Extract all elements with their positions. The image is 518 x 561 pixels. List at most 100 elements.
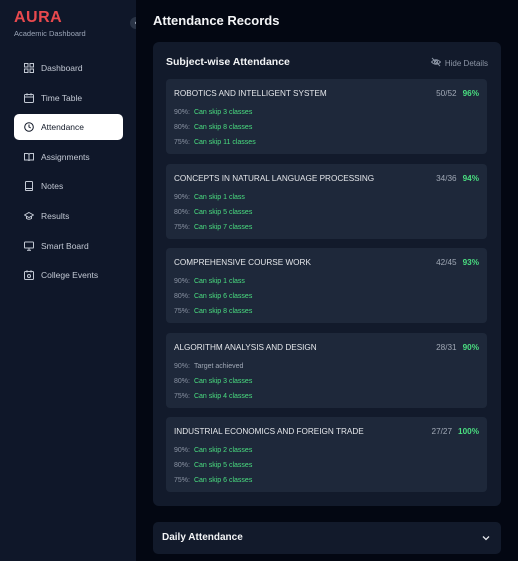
threshold-label: 90%: (174, 278, 190, 285)
threshold-row: 90%: Can skip 2 classes (174, 447, 252, 454)
threshold-value: Can skip 5 classes (193, 462, 253, 469)
sidebar-item-label: Notes (41, 181, 64, 192)
subject-card: COMPREHENSIVE COURSE WORK 42/45 93% 90%:… (166, 248, 487, 323)
attended-ratio: 28/31 (436, 342, 457, 352)
threshold-value: Can skip 4 classes (193, 392, 253, 400)
threshold-value: Can skip 6 classes (193, 293, 253, 300)
threshold-value: Can skip 8 classes (193, 308, 253, 315)
threshold-row: 80%: Can skip 5 classes (174, 209, 252, 216)
sidebar-item-label: Attendance (41, 122, 85, 133)
sidebar-item-assignments[interactable]: Assignments (14, 144, 123, 170)
threshold-value: Can skip 3 classes (193, 109, 253, 116)
attended-ratio: 50/52 (436, 89, 457, 98)
clock-icon (23, 122, 34, 133)
threshold-label: 75%: (174, 139, 190, 146)
page-title: Attendance Records (153, 13, 280, 28)
hide-details-button[interactable]: Hide Details (430, 57, 488, 69)
sidebar-item-label: Assignments (41, 151, 90, 162)
subject-stats: 34/36 94% (436, 174, 479, 183)
threshold-label: 90%: (174, 109, 190, 116)
sidebar-item-label: Time Table (41, 92, 83, 103)
threshold-label: 80%: (174, 462, 190, 469)
threshold-row: 75%: Can skip 11 classes (174, 139, 256, 146)
calendar-event-icon (23, 270, 34, 281)
threshold-row: 80%: Can skip 6 classes (174, 293, 252, 300)
attended-ratio: 34/36 (436, 173, 457, 183)
threshold-row: 90%: Can skip 3 classes (174, 109, 252, 116)
threshold-label: 90%: (174, 447, 190, 454)
threshold-row: 75%: Can skip 4 classes (174, 393, 252, 400)
threshold-row: 75%: Can skip 6 classes (174, 477, 252, 484)
brand-logo: AURA (14, 9, 63, 26)
graduation-cap-icon (23, 210, 34, 221)
grid-icon (23, 63, 34, 74)
sidebar-item-college-events[interactable]: College Events (14, 262, 123, 288)
subject-name: INDUSTRIAL ECONOMICS AND FOREIGN TRADE (174, 427, 364, 436)
chevron-down-icon (482, 536, 490, 541)
subject-name: CONCEPTS IN NATURAL LANGUAGE PROCESSING (174, 173, 375, 183)
sidebar-item-label: Results (41, 210, 70, 221)
sidebar-item-results[interactable]: Results (14, 203, 123, 229)
attendance-percent: 94% (462, 173, 479, 183)
subject-attendance-panel: Subject-wise Attendance Hide Details ROB… (153, 42, 501, 506)
threshold-label: 75%: (174, 308, 190, 315)
threshold-value: Can skip 5 classes (193, 208, 253, 216)
daily-attendance-title: Daily Attendance (162, 532, 243, 543)
subject-name: ROBOTICS AND INTELLIGENT SYSTEM (174, 89, 327, 98)
threshold-row: 80%: Can skip 8 classes (174, 124, 252, 131)
calendar-icon (23, 92, 34, 103)
threshold-value: Target achieved (193, 362, 244, 370)
sidebar-item-smart-board[interactable]: Smart Board (14, 233, 123, 259)
threshold-label: 75%: (174, 392, 190, 400)
threshold-label: 80%: (174, 208, 190, 216)
threshold-label: 80%: (174, 293, 190, 300)
threshold-value: Can skip 11 classes (193, 139, 256, 146)
threshold-value: Can skip 8 classes (193, 124, 253, 131)
threshold-label: 90%: (174, 193, 190, 201)
main-content: Attendance Records Subject-wise Attendan… (136, 0, 518, 561)
notebook-icon (23, 181, 34, 192)
daily-attendance-toggle[interactable]: Daily Attendance (153, 522, 501, 554)
subject-stats: 28/31 90% (436, 343, 479, 352)
subject-card: INDUSTRIAL ECONOMICS AND FOREIGN TRADE 2… (166, 417, 487, 492)
sidebar-item-notes[interactable]: Notes (14, 173, 123, 199)
threshold-row: 80%: Can skip 3 classes (174, 378, 252, 385)
threshold-value: Can skip 1 class (193, 193, 245, 201)
threshold-value: Can skip 6 classes (193, 477, 253, 484)
panel-title: Subject-wise Attendance (166, 56, 290, 68)
sidebar-item-dashboard[interactable]: Dashboard (14, 55, 123, 81)
threshold-row: 75%: Can skip 7 classes (174, 224, 252, 231)
threshold-row: 80%: Can skip 5 classes (174, 462, 252, 469)
sidebar-item-label: College Events (41, 270, 99, 281)
threshold-row: 75%: Can skip 8 classes (174, 308, 252, 315)
attendance-percent: 100% (458, 427, 479, 436)
threshold-row: 90%: Can skip 1 class (174, 194, 245, 201)
subject-name: ALGORITHM ANALYSIS AND DESIGN (174, 342, 317, 352)
threshold-label: 75%: (174, 477, 190, 484)
brand-subtitle: Academic Dashboard (14, 29, 86, 38)
attendance-percent: 96% (462, 89, 479, 98)
sidebar: AURA Academic Dashboard ‹ Dashboard Time… (0, 0, 142, 561)
subject-card: ALGORITHM ANALYSIS AND DESIGN 28/31 90% … (166, 332, 487, 408)
book-open-icon (23, 151, 34, 162)
threshold-value: Can skip 1 class (193, 278, 245, 285)
threshold-label: 80%: (174, 377, 190, 385)
threshold-row: 90%: Can skip 1 class (174, 278, 245, 285)
threshold-label: 75%: (174, 223, 190, 231)
app-window: AURA Academic Dashboard ‹ Dashboard Time… (0, 0, 518, 561)
eye-off-icon (430, 57, 445, 69)
attendance-percent: 90% (462, 342, 479, 352)
subject-card: ROBOTICS AND INTELLIGENT SYSTEM 50/52 96… (166, 79, 487, 154)
attendance-percent: 93% (462, 258, 479, 267)
sidebar-item-time-table[interactable]: Time Table (14, 85, 123, 111)
sidebar-item-label: Smart Board (41, 240, 89, 251)
hide-details-label: Hide Details (444, 58, 488, 68)
subject-stats: 50/52 96% (436, 89, 479, 98)
subject-list: ROBOTICS AND INTELLIGENT SYSTEM 50/52 96… (166, 79, 487, 502)
threshold-value: Can skip 3 classes (193, 377, 253, 385)
attended-ratio: 27/27 (431, 427, 453, 436)
threshold-value: Can skip 7 classes (193, 223, 253, 231)
subject-stats: 27/27 100% (432, 427, 479, 436)
sidebar-item-attendance[interactable]: Attendance (14, 114, 123, 141)
subject-card: CONCEPTS IN NATURAL LANGUAGE PROCESSING … (166, 163, 487, 239)
